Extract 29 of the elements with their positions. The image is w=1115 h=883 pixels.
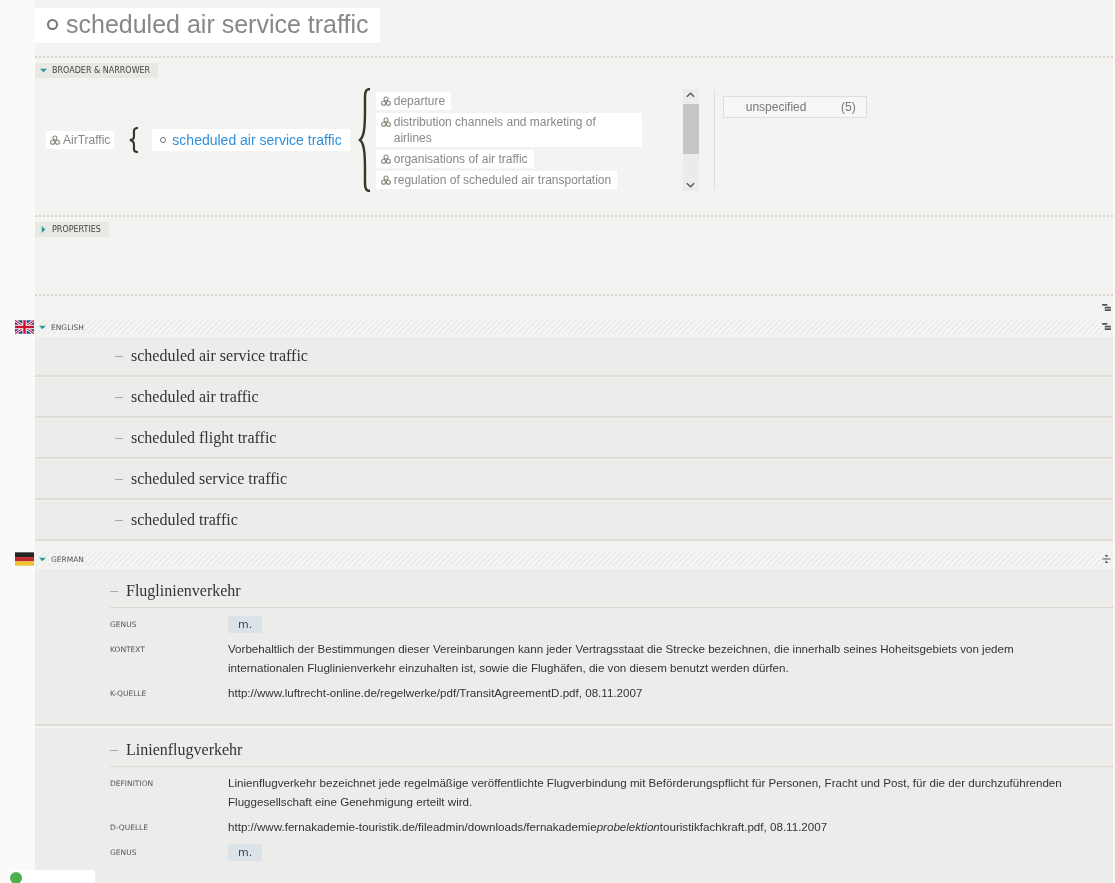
narrower-concept[interactable]: regulation of scheduled air transportation (375, 170, 618, 189)
narrower-label: regulation of scheduled air transportation (393, 171, 612, 188)
narrower-label: distribution channels and marketing of airlines (393, 113, 597, 146)
property-value: Linienflugverkehr bezeichnet jede regelmäßige veröffentlichte Flugverbindung mit Beförderungspflicht für Personen, Fracht und Post, für die der durchzuführenden Fluggesellschaft eine Genehmigung erteilt wird. (228, 775, 1063, 810)
property-value: http://www.luftrecht-online.de/regelwerke/pdf/TransitAgreementD.pdf, 08.11.2007 (228, 685, 644, 701)
term-name: Fluglinienverkehr (126, 582, 241, 600)
term-name: Linienflugverkehr (126, 741, 243, 759)
facet-label: unspecified (745, 100, 807, 114)
property-value: Vorbehaltlich der Bestimmungen dieser Vereinbarungen kann jeder Vertragsstaat die Strecke bezeichnen, die innerhalb seines Hoheitsgebiets von jedem internationalen Fluglinienverkehr einzuhalten ist, sowie die Flughäfen, die von diesem benutzt werden dürfen. (228, 641, 1015, 676)
gender-tag: m. (228, 616, 263, 633)
current-concept-label: scheduled air service traffic (172, 132, 342, 148)
narrower-label: organisations of air traffic (393, 150, 528, 167)
term-name: scheduled flight traffic (131, 429, 277, 447)
term-name: scheduled air traffic (131, 388, 259, 406)
section-toggle[interactable]: PROPERTIES (35, 222, 109, 237)
narrower-concept[interactable]: departure (375, 91, 452, 110)
term-name: scheduled traffic (131, 511, 238, 529)
narrower-concept[interactable]: organisations of air traffic (375, 149, 534, 168)
property-value: http://www.fernakademie-touristik.de/fileadmin/downloads/fernakademieprobelektiontouristikfachkraft.pdf, 08.11.2007 (228, 819, 829, 835)
title-text: scheduled air service traffic (66, 10, 369, 39)
term-name: scheduled service traffic (131, 470, 288, 488)
narrower-concept[interactable]: distribution channels and marketing of airlines (375, 112, 642, 147)
broader-concept[interactable]: AirTraffic (46, 131, 115, 149)
facet-count: (5) (841, 100, 856, 114)
term-name: scheduled air service traffic (131, 347, 308, 365)
gender-tag: m. (228, 844, 263, 861)
facet-item[interactable]: unspecified (5) (722, 96, 867, 118)
narrower-label: departure (393, 92, 446, 109)
section-toggle[interactable]: BROADER & NARROWER (35, 63, 159, 78)
